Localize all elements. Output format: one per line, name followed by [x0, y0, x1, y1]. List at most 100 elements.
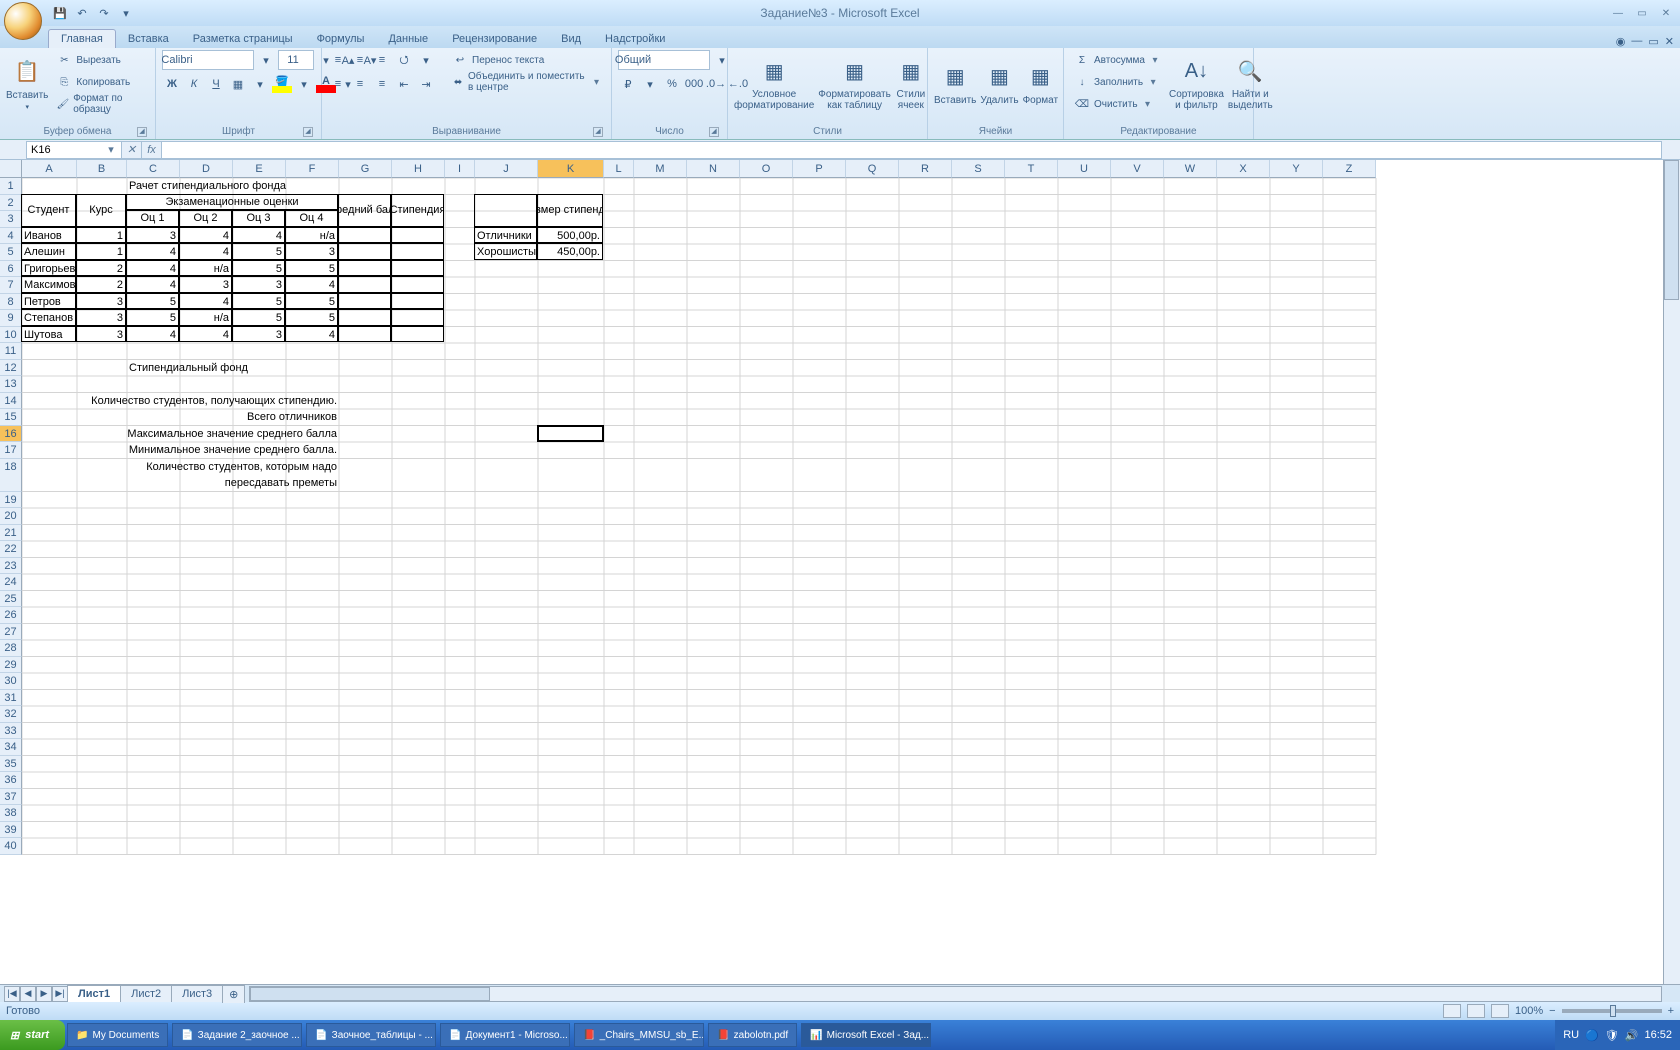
tab-formulas[interactable]: Формулы	[305, 30, 377, 48]
cell[interactable]: Петров	[21, 293, 76, 310]
tray-icon[interactable]: 🔵	[1585, 1029, 1599, 1042]
row-header-28[interactable]: 28	[0, 640, 22, 657]
row-header-36[interactable]: 36	[0, 772, 22, 789]
tab-insert[interactable]: Вставка	[116, 30, 181, 48]
row-header-38[interactable]: 38	[0, 805, 22, 822]
clear-button[interactable]: ⌫Очистить▾	[1070, 94, 1165, 114]
col-header-I[interactable]: I	[445, 160, 475, 178]
increase-indent-button[interactable]: ⇥	[416, 74, 436, 94]
cell[interactable]: 4	[232, 227, 285, 244]
cell[interactable]: Оц 3	[232, 210, 285, 227]
col-header-S[interactable]: S	[952, 160, 1005, 178]
cell[interactable]: 4	[126, 260, 179, 277]
restore-button[interactable]: ▭	[1632, 5, 1652, 21]
clock[interactable]: 16:52	[1644, 1029, 1672, 1041]
copy-button[interactable]: ⎘Копировать	[52, 72, 149, 92]
row-header-13[interactable]: 13	[0, 376, 22, 393]
insert-function-button[interactable]: fx	[142, 141, 162, 159]
taskbar-item-2[interactable]: 📄 Заочное_таблицы - ...	[306, 1023, 436, 1047]
sheet-tab-2[interactable]: Лист2	[120, 985, 172, 1002]
row-header-19[interactable]: 19	[0, 492, 22, 509]
merge-center-button[interactable]: ⬌Объединить и поместить в центре▾	[448, 72, 605, 92]
cell[interactable]: Курс	[76, 194, 126, 227]
help-icon[interactable]: ◉	[1616, 35, 1626, 48]
col-header-M[interactable]: M	[634, 160, 687, 178]
wrap-text-button[interactable]: ↩Перенос текста	[448, 50, 605, 70]
format-cells-button[interactable]: ▦Формат	[1023, 50, 1059, 116]
font-size-combo[interactable]: 11	[278, 50, 314, 70]
col-header-C[interactable]: C	[127, 160, 180, 178]
zoom-out-button[interactable]: −	[1549, 1005, 1555, 1017]
cell[interactable]: 4	[179, 293, 232, 310]
row-header-25[interactable]: 25	[0, 591, 22, 608]
select-all-button[interactable]	[0, 160, 22, 178]
find-select-button[interactable]: 🔍Найти и выделить	[1228, 50, 1273, 116]
col-header-N[interactable]: N	[687, 160, 740, 178]
row-header-26[interactable]: 26	[0, 607, 22, 624]
col-header-O[interactable]: O	[740, 160, 793, 178]
row-header-31[interactable]: 31	[0, 690, 22, 707]
row-header-5[interactable]: 5	[0, 244, 22, 261]
percent-button[interactable]: %	[662, 74, 682, 94]
row-header-9[interactable]: 9	[0, 310, 22, 327]
row-header-10[interactable]: 10	[0, 327, 22, 344]
col-header-R[interactable]: R	[899, 160, 952, 178]
close-button[interactable]: ✕	[1656, 5, 1676, 21]
horizontal-scrollbar[interactable]	[249, 986, 1662, 1002]
cell[interactable]: Алешин	[21, 243, 76, 260]
bold-button[interactable]: Ж	[162, 74, 182, 94]
sheet-tab-1[interactable]: Лист1	[67, 985, 121, 1002]
last-sheet-button[interactable]: ▶|	[52, 986, 68, 1002]
row-header-7[interactable]: 7	[0, 277, 22, 294]
ribbon-minimize-button[interactable]: —	[1631, 35, 1642, 48]
taskbar-item-5[interactable]: 📕 zabolotn.pdf	[708, 1023, 797, 1047]
cell[interactable]: 4	[126, 326, 179, 343]
col-header-A[interactable]: A	[22, 160, 77, 178]
taskbar-item-0[interactable]: 📁 My Documents	[67, 1023, 168, 1047]
qat-dropdown-icon[interactable]: ▾	[118, 5, 134, 21]
cell[interactable]: Отличники	[474, 227, 537, 244]
row-header-34[interactable]: 34	[0, 739, 22, 756]
row-header-15[interactable]: 15	[0, 409, 22, 426]
conditional-formatting-button[interactable]: ▦Условное форматирование	[734, 50, 814, 116]
row-header-20[interactable]: 20	[0, 508, 22, 525]
row-header-18[interactable]: 18	[0, 459, 22, 492]
cell[interactable]	[391, 243, 444, 260]
align-center-button[interactable]: ≡	[350, 74, 370, 94]
system-tray[interactable]: RU 🔵 🛡 🔊 16:52	[1555, 1020, 1680, 1050]
comma-button[interactable]: 000	[684, 74, 704, 94]
cell-grid[interactable]: Рачет стипендиального фондаСтудентКурсЭк…	[22, 178, 1663, 984]
cell-styles-button[interactable]: ▦Стили ячеек	[895, 50, 927, 116]
col-header-J[interactable]: J	[475, 160, 538, 178]
col-header-B[interactable]: B	[77, 160, 127, 178]
col-header-L[interactable]: L	[604, 160, 634, 178]
cell[interactable]	[338, 326, 391, 343]
autosum-button[interactable]: ΣАвтосумма▾	[1070, 50, 1165, 70]
cell[interactable]: Стипендия	[391, 194, 444, 227]
vertical-scrollbar[interactable]	[1663, 160, 1680, 984]
cell[interactable]: Максимов	[21, 276, 76, 293]
col-header-V[interactable]: V	[1111, 160, 1164, 178]
row-header-2[interactable]: 2	[0, 195, 22, 212]
row-header-14[interactable]: 14	[0, 393, 22, 410]
cell[interactable]: 1	[76, 227, 126, 244]
cell[interactable]	[338, 227, 391, 244]
tab-page-layout[interactable]: Разметка страницы	[181, 30, 305, 48]
cell[interactable]	[474, 194, 537, 227]
row-header-17[interactable]: 17	[0, 442, 22, 459]
cell[interactable]: н/а	[179, 260, 232, 277]
formula-bar[interactable]	[162, 141, 1662, 159]
alignment-dialog-launcher[interactable]: ◢	[593, 127, 603, 137]
cell[interactable]: Всего отличников	[77, 409, 339, 426]
sort-filter-button[interactable]: A↓Сортировка и фильтр	[1169, 50, 1224, 116]
cell[interactable]: 4	[126, 276, 179, 293]
orientation-dropdown[interactable]: ▾	[416, 50, 436, 70]
tab-data[interactable]: Данные	[376, 30, 440, 48]
cell[interactable]: Григорьев	[21, 260, 76, 277]
currency-dropdown[interactable]: ▾	[640, 74, 660, 94]
format-as-table-button[interactable]: ▦Форматировать как таблицу	[818, 50, 891, 116]
delete-cells-button[interactable]: ▦Удалить	[980, 50, 1018, 116]
cell[interactable]: Количество студентов, получающих стипенд…	[77, 393, 339, 410]
format-painter-button[interactable]: 🖌Формат по образцу	[52, 94, 149, 114]
currency-button[interactable]: ₽	[618, 74, 638, 94]
